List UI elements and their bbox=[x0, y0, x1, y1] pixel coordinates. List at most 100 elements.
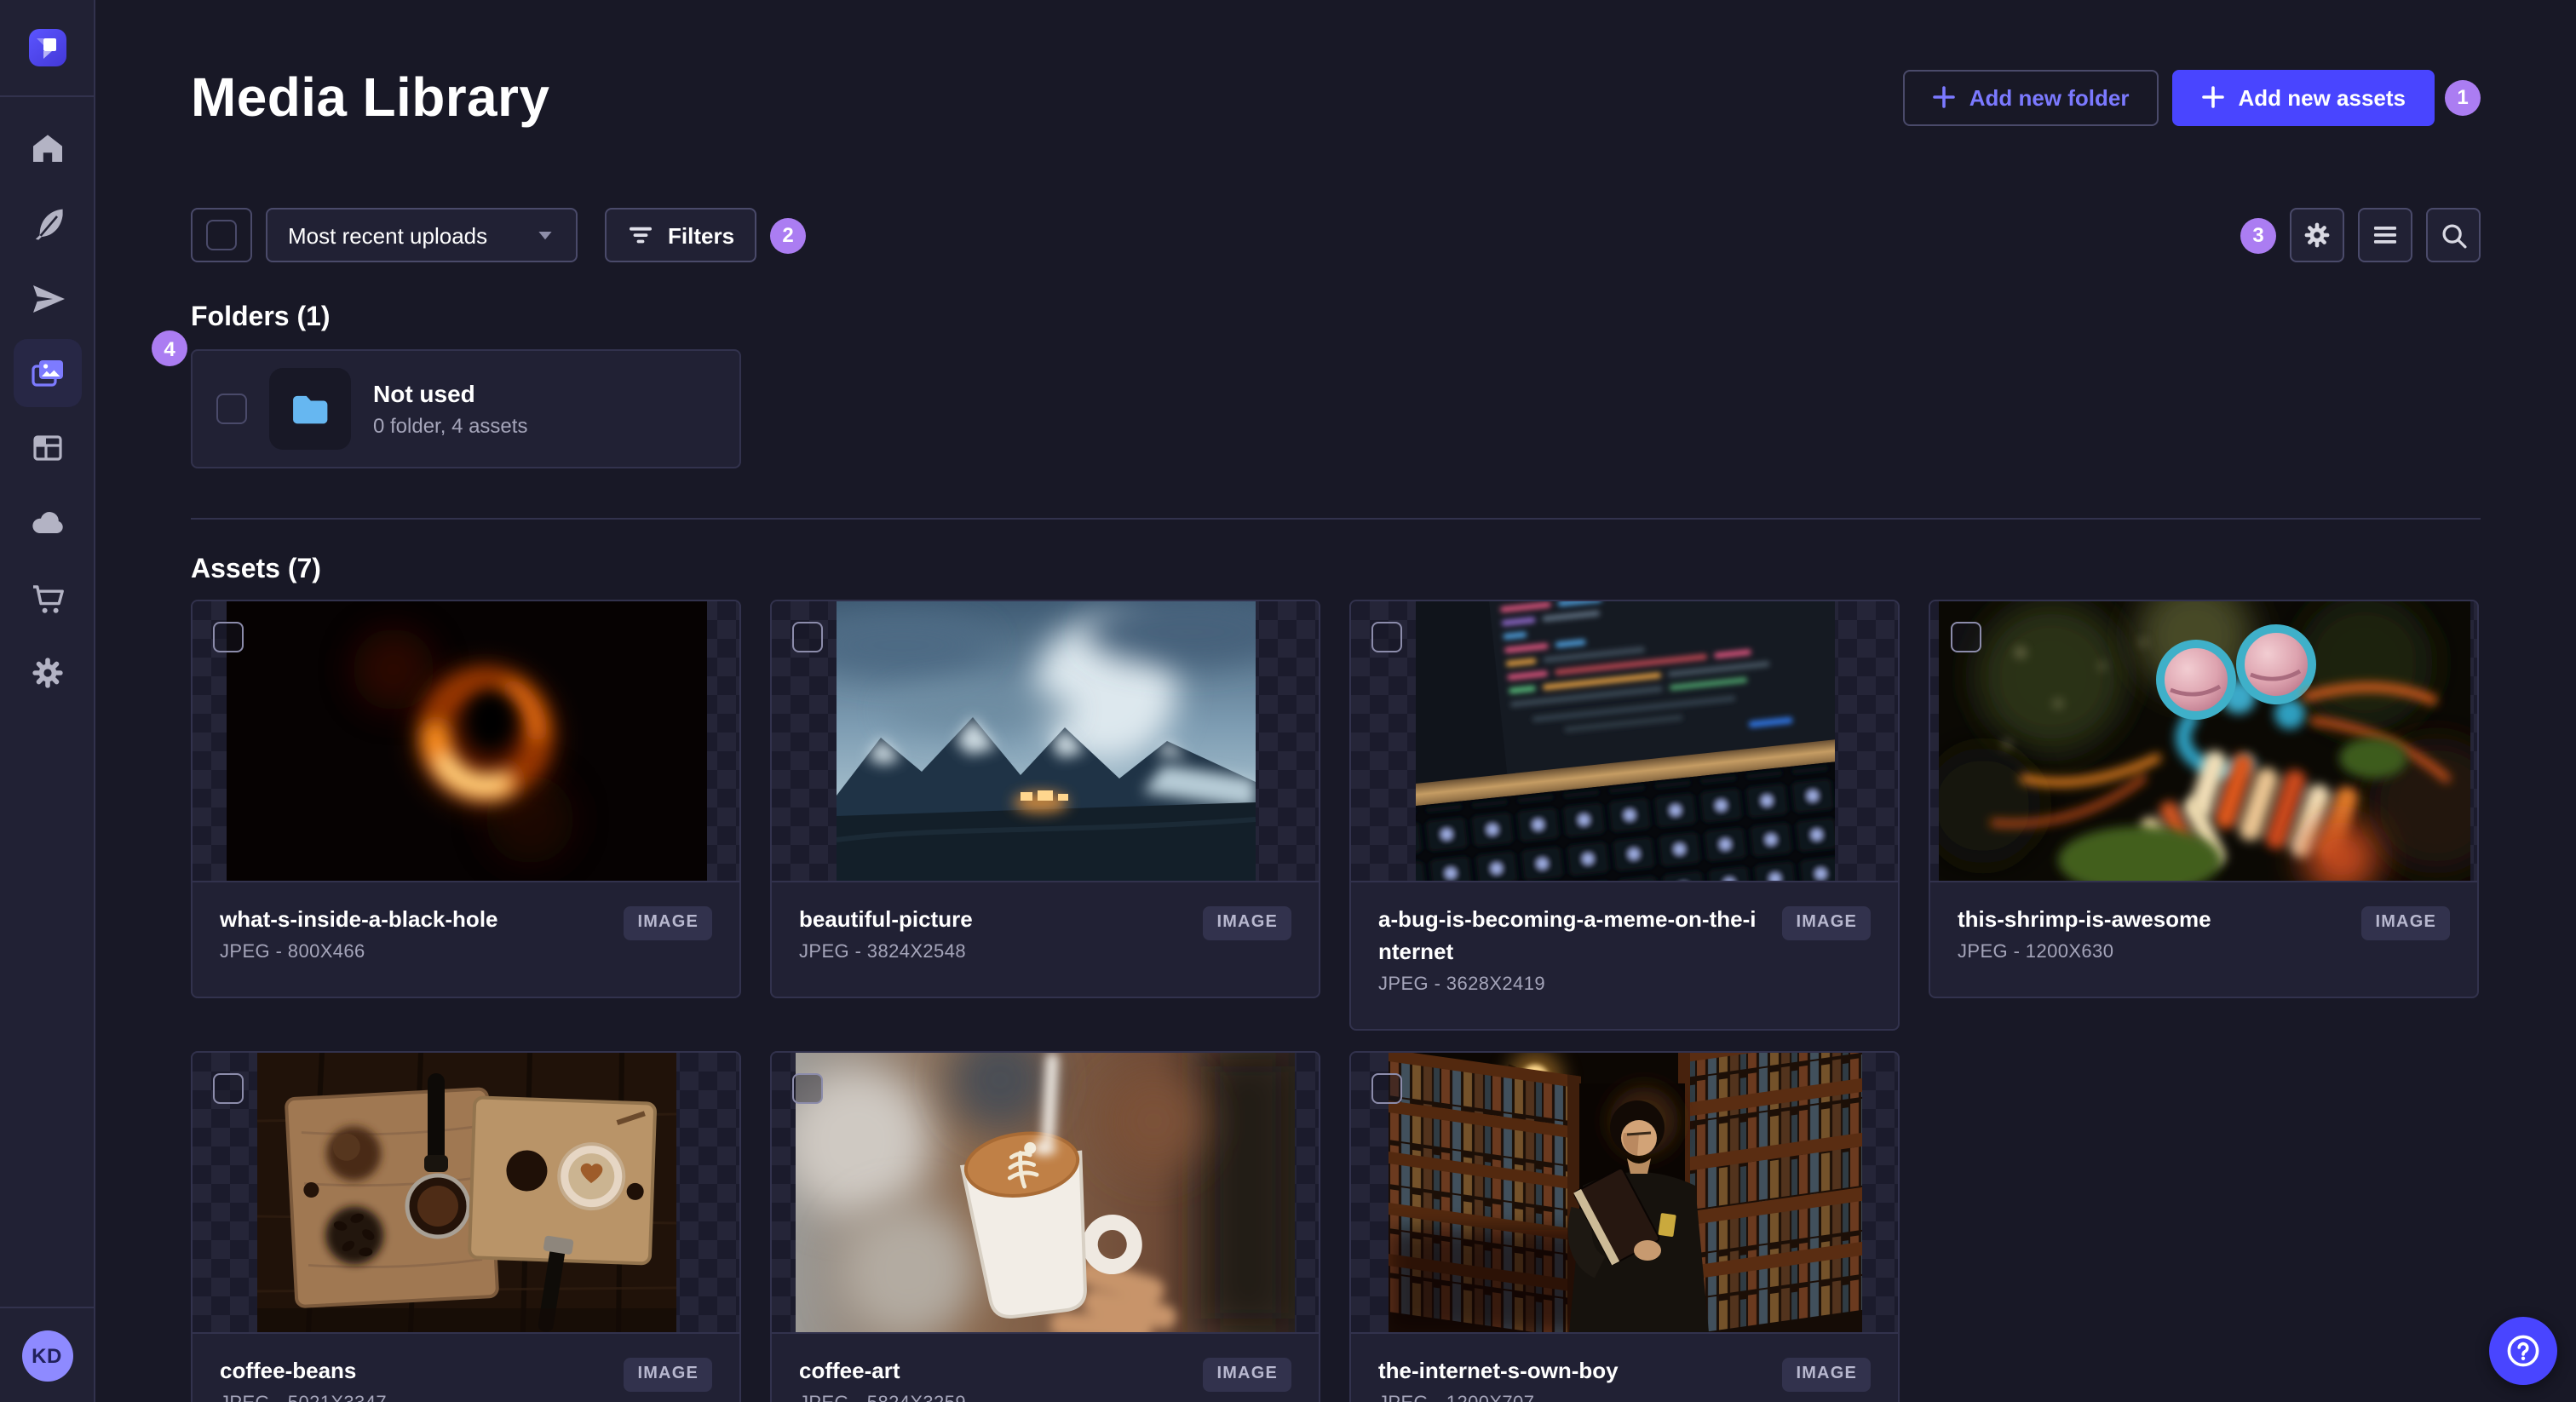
asset-card-footer: the-internet-s-own-boy JPEG - 1200X707 I… bbox=[1351, 1332, 1898, 1402]
add-new-assets-button[interactable]: Add new assets bbox=[2171, 69, 2435, 125]
coffee-beans-image bbox=[256, 1053, 676, 1332]
asset-thumbnail-coffee-beans bbox=[193, 1053, 739, 1332]
list-icon bbox=[2374, 227, 2396, 244]
chevron-down-icon bbox=[538, 232, 552, 240]
asset-checkbox[interactable] bbox=[213, 622, 244, 652]
asset-type-badge: IMAGE bbox=[1203, 906, 1291, 940]
asset-meta: JPEG - 3824X2548 bbox=[799, 942, 966, 962]
asset-thumbnail-laptop-code bbox=[1351, 601, 1898, 881]
coffee-art-image bbox=[796, 1053, 1295, 1332]
asset-name: the-internet-s-own-boy bbox=[1378, 1358, 1619, 1383]
asset-info: coffee-art JPEG - 5824X3259 bbox=[799, 1354, 966, 1402]
folder-icon bbox=[293, 395, 328, 424]
asset-name: what-s-inside-a-black-hole bbox=[220, 906, 498, 932]
folder-info: Not used 0 folder, 4 assets bbox=[373, 380, 527, 438]
asset-info: a-bug-is-becoming-a-meme-on-the-internet… bbox=[1378, 903, 1765, 995]
layout-icon bbox=[33, 435, 62, 461]
folder-meta: 0 folder, 4 assets bbox=[373, 414, 528, 438]
asset-card[interactable]: the-internet-s-own-boy JPEG - 1200X707 I… bbox=[1349, 1051, 1900, 1402]
select-all-checkbox[interactable] bbox=[206, 220, 237, 250]
asset-checkbox[interactable] bbox=[1371, 1073, 1402, 1104]
asset-card-footer: beautiful-picture JPEG - 3824X2548 IMAGE bbox=[772, 881, 1319, 997]
sidebar-item-cloud[interactable] bbox=[0, 486, 95, 560]
asset-card[interactable]: coffee-art JPEG - 5824X3259 IMAGE bbox=[770, 1051, 1320, 1402]
filters-button[interactable]: Filters bbox=[605, 208, 757, 262]
asset-card[interactable]: coffee-beans JPEG - 5021X3347 IMAGE bbox=[191, 1051, 741, 1402]
asset-thumbnail-mountains bbox=[772, 601, 1319, 881]
paper-plane-icon bbox=[33, 285, 65, 313]
sidebar-item-settings[interactable] bbox=[0, 635, 95, 710]
logo-container bbox=[0, 0, 94, 97]
asset-card-footer: what-s-inside-a-black-hole JPEG - 800X46… bbox=[193, 881, 739, 997]
sidebar-item-layout[interactable] bbox=[0, 411, 95, 486]
asset-checkbox[interactable] bbox=[792, 1073, 823, 1104]
add-new-folder-button[interactable]: Add new folder bbox=[1902, 69, 2159, 125]
search-icon bbox=[2441, 223, 2466, 248]
asset-checkbox[interactable] bbox=[1951, 622, 1981, 652]
asset-info: beautiful-picture JPEG - 3824X2548 bbox=[799, 903, 973, 962]
strapi-logo[interactable] bbox=[28, 29, 66, 66]
asset-checkbox[interactable] bbox=[1371, 622, 1402, 652]
help-button[interactable] bbox=[2489, 1317, 2557, 1385]
asset-card[interactable]: beautiful-picture JPEG - 3824X2548 IMAGE bbox=[770, 600, 1320, 998]
asset-card[interactable]: what-s-inside-a-black-hole JPEG - 800X46… bbox=[191, 600, 741, 998]
asset-card[interactable]: a-bug-is-becoming-a-meme-on-the-internet… bbox=[1349, 600, 1900, 1031]
asset-meta: JPEG - 800X466 bbox=[220, 942, 365, 962]
asset-thumbnail-shrimp bbox=[1930, 601, 2477, 881]
filter-icon bbox=[630, 227, 652, 244]
add-new-assets-label: Add new assets bbox=[2238, 84, 2406, 110]
cart-icon bbox=[33, 585, 64, 613]
laptop-code-image bbox=[1415, 601, 1834, 881]
asset-type-badge: IMAGE bbox=[1782, 1358, 1871, 1392]
add-new-folder-label: Add new folder bbox=[1969, 84, 2130, 110]
sidebar-item-content-manager[interactable] bbox=[0, 186, 95, 261]
sidebar-nav bbox=[0, 97, 94, 710]
asset-card[interactable]: this-shrimp-is-awesome JPEG - 1200X630 I… bbox=[1929, 600, 2479, 998]
sidebar-item-media-library[interactable] bbox=[0, 336, 95, 411]
search-button[interactable] bbox=[2426, 208, 2481, 262]
folder-name: Not used bbox=[373, 380, 475, 407]
black-hole-image bbox=[226, 601, 706, 881]
settings-icon bbox=[2304, 222, 2330, 248]
media-library-page: KD Media Library Add new folder Add new … bbox=[0, 0, 2576, 1402]
section-divider bbox=[191, 518, 2481, 520]
asset-checkbox[interactable] bbox=[792, 622, 823, 652]
asset-card-footer: coffee-beans JPEG - 5021X3347 IMAGE bbox=[193, 1332, 739, 1402]
mantis-shrimp-image bbox=[1938, 601, 2470, 881]
avatar[interactable]: KD bbox=[21, 1330, 72, 1381]
folder-card-not-used[interactable]: Not used 0 folder, 4 assets bbox=[191, 349, 741, 468]
toolbar: Most recent uploads Filters 2 3 bbox=[191, 208, 2481, 262]
asset-name: a-bug-is-becoming-a-meme-on-the-internet bbox=[1378, 906, 1757, 964]
annotation-badge-2: 2 bbox=[770, 217, 807, 253]
asset-info: what-s-inside-a-black-hole JPEG - 800X46… bbox=[220, 903, 498, 962]
asset-type-badge: IMAGE bbox=[624, 1358, 712, 1392]
filters-label: Filters bbox=[668, 222, 735, 248]
media-library-icon bbox=[32, 360, 63, 387]
asset-meta: JPEG - 1200X630 bbox=[1958, 942, 2114, 962]
page-header: Media Library Add new folder Add new ass… bbox=[191, 65, 2481, 129]
annotation-badge-3: 3 bbox=[2240, 217, 2276, 253]
list-view-button[interactable] bbox=[2358, 208, 2412, 262]
folder-checkbox[interactable] bbox=[216, 394, 247, 424]
asset-name: coffee-beans bbox=[220, 1358, 357, 1383]
asset-card-footer: a-bug-is-becoming-a-meme-on-the-internet… bbox=[1351, 881, 1898, 1029]
feather-icon bbox=[35, 209, 63, 240]
asset-checkbox[interactable] bbox=[213, 1073, 244, 1104]
asset-type-badge: IMAGE bbox=[1782, 906, 1871, 940]
asset-thumbnail-library bbox=[1351, 1053, 1898, 1332]
sort-dropdown[interactable]: Most recent uploads bbox=[266, 208, 578, 262]
asset-meta: JPEG - 5021X3347 bbox=[220, 1393, 387, 1402]
question-mark-icon bbox=[2507, 1335, 2539, 1367]
strapi-logo-icon bbox=[36, 38, 55, 59]
select-all-checkbox-container[interactable] bbox=[191, 208, 252, 262]
asset-info: this-shrimp-is-awesome JPEG - 1200X630 bbox=[1958, 903, 2211, 962]
library-portrait-image bbox=[1388, 1053, 1861, 1332]
view-settings-button[interactable] bbox=[2290, 208, 2344, 262]
sidebar-item-home[interactable] bbox=[0, 111, 95, 186]
asset-meta: JPEG - 1200X707 bbox=[1378, 1393, 1619, 1402]
sidebar-item-content-type-builder[interactable] bbox=[0, 261, 95, 336]
page-title: Media Library bbox=[191, 66, 550, 128]
folder-tile bbox=[269, 368, 351, 450]
sidebar-item-marketplace[interactable] bbox=[0, 560, 95, 635]
header-actions: Add new folder Add new assets 1 bbox=[1902, 69, 2481, 125]
